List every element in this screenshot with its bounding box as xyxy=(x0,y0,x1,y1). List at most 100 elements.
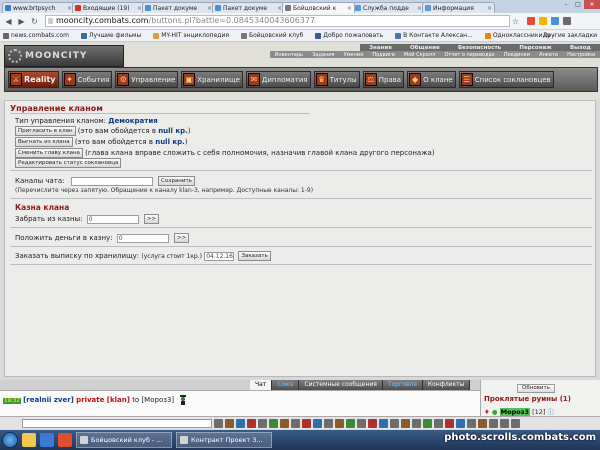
chat-tool-icon[interactable] xyxy=(445,418,454,428)
bookmark-item[interactable]: Бойцовский клуб xyxy=(240,32,303,39)
chat-tool-icon[interactable] xyxy=(324,418,333,428)
taskbar-window-button[interactable]: Бойцовский клуб - ... xyxy=(76,432,172,448)
explorer-icon[interactable] xyxy=(22,433,36,447)
chat-tool-icon[interactable] xyxy=(390,418,399,428)
nav-button[interactable]: ♛ Титулы xyxy=(313,71,360,88)
edit-status-button[interactable]: Редактировать статус соклановца xyxy=(15,158,122,168)
nav-button[interactable]: ⚙ Управление xyxy=(115,71,179,88)
report-date-input[interactable]: 04.12.16 xyxy=(204,251,235,261)
chat-tool-icon[interactable] xyxy=(280,418,289,428)
chat-tool-icon[interactable] xyxy=(357,418,366,428)
sub-menu-item[interactable]: Анкета xyxy=(539,52,558,58)
chat-tool-icon[interactable] xyxy=(500,418,509,428)
sub-menu-item[interactable]: Настройки xyxy=(567,52,595,58)
browser-icon[interactable] xyxy=(40,433,54,447)
chat-tool-icon[interactable] xyxy=(225,418,234,428)
extension-icon[interactable] xyxy=(527,17,535,25)
browser-tab[interactable]: Бойцовский к × xyxy=(282,2,355,13)
chat-tool-icon[interactable] xyxy=(269,418,278,428)
nav-button[interactable]: ⚖ Права xyxy=(362,71,405,88)
sub-menu-item[interactable]: Инвентарь xyxy=(275,52,303,58)
info-icon[interactable]: ⓘ xyxy=(548,408,555,416)
chat-tool-icon[interactable] xyxy=(368,418,377,428)
withdraw-amount-input[interactable]: 0 xyxy=(86,214,139,224)
top-menu-item[interactable]: Персонаж xyxy=(519,45,551,51)
chat-tool-icon[interactable] xyxy=(412,418,421,428)
bookmark-item[interactable]: Добро пожаловать xyxy=(315,32,383,39)
chat-tool-icon[interactable] xyxy=(302,418,311,428)
chat-tool-icon[interactable] xyxy=(346,418,355,428)
sub-menu-item[interactable]: Поединки xyxy=(504,52,530,58)
browser-tab[interactable]: Пакет докуме × xyxy=(212,2,285,13)
media-icon[interactable] xyxy=(58,433,72,447)
refresh-button[interactable]: Обновить xyxy=(517,384,555,393)
kick-button[interactable]: Выгнать из клана xyxy=(15,137,73,147)
chat-tool-icon[interactable] xyxy=(335,418,344,428)
chat-tool-icon[interactable] xyxy=(489,418,498,428)
browser-tab[interactable]: Служба подде × xyxy=(352,2,425,13)
online-user-nick[interactable]: Мороз3 xyxy=(499,408,531,416)
minimize-icon[interactable]: – xyxy=(560,0,572,9)
browser-tab[interactable]: Информация × xyxy=(422,2,495,13)
sub-menu-item[interactable]: Подвиги xyxy=(372,52,394,58)
nav-button[interactable]: ◆ О клане xyxy=(407,71,456,88)
chat-tab[interactable]: Конфликты xyxy=(422,380,471,390)
deposit-submit-button[interactable]: >> xyxy=(174,233,190,243)
withdraw-submit-button[interactable]: >> xyxy=(143,214,160,224)
message-sender[interactable]: [realnii zver] xyxy=(23,396,74,404)
chat-tool-icon[interactable] xyxy=(478,418,487,428)
close-tab-icon[interactable]: × xyxy=(347,5,352,12)
message-recipient[interactable]: [Мороз3] xyxy=(141,396,174,404)
nav-button[interactable]: ▣ Хранилище xyxy=(181,71,243,88)
close-icon[interactable]: ✕ xyxy=(584,0,600,9)
top-menu-item[interactable]: Выход xyxy=(570,45,591,51)
url-input[interactable]: mooncity.combats.com/buttons.pl?battle=0… xyxy=(45,15,510,27)
sub-menu-item[interactable]: Мой Скролл xyxy=(404,52,435,58)
star-icon[interactable]: ☆ xyxy=(510,16,521,27)
forward-icon[interactable]: ▶ xyxy=(16,16,27,27)
back-icon[interactable]: ◀ xyxy=(3,16,14,27)
start-button[interactable] xyxy=(2,432,18,448)
menu-icon[interactable] xyxy=(563,17,571,25)
other-bookmarks[interactable]: Другие закладки xyxy=(543,32,597,39)
extension-icon[interactable] xyxy=(539,17,547,25)
nav-button[interactable]: ✦ События xyxy=(61,71,113,88)
chat-tab[interactable]: Системные сообщения xyxy=(299,380,383,390)
top-menu-item[interactable]: Безопасность xyxy=(458,45,501,51)
change-head-button[interactable]: Сменить главу клана xyxy=(15,148,83,158)
chat-tool-icon[interactable] xyxy=(434,418,443,428)
nav-button[interactable]: ⚔ Reality xyxy=(8,71,59,88)
chat-tool-icon[interactable] xyxy=(401,418,410,428)
chat-tool-icon[interactable] xyxy=(236,418,245,428)
browser-tab[interactable]: Входящие (19) × xyxy=(72,2,145,13)
bookmark-item[interactable]: В Контакте Алексан... xyxy=(395,32,473,39)
nav-button[interactable]: ✉ Дипломатия xyxy=(245,71,311,88)
sub-menu-item[interactable]: Умения xyxy=(344,52,363,58)
maximize-icon[interactable]: □ xyxy=(572,0,584,9)
top-menu-item[interactable]: Знания xyxy=(369,45,392,51)
order-report-button[interactable]: Заказать xyxy=(238,251,271,261)
chat-tool-icon[interactable] xyxy=(313,418,322,428)
bookmark-item[interactable]: MY-HIT энциклопедия xyxy=(153,32,229,39)
chat-tab[interactable]: Чат xyxy=(250,380,273,390)
chat-tool-icon[interactable] xyxy=(214,418,223,428)
chat-channels-input[interactable] xyxy=(70,176,153,186)
chat-tab[interactable]: Торговля xyxy=(382,380,423,390)
chat-tool-icon[interactable] xyxy=(379,418,388,428)
bookmark-item[interactable]: news.combats.com xyxy=(3,32,69,39)
top-menu-item[interactable]: Общение xyxy=(410,45,440,51)
save-button[interactable]: Сохранить xyxy=(157,176,195,186)
invite-button[interactable]: Пригласить в клан xyxy=(15,126,76,136)
chat-tool-icon[interactable] xyxy=(258,418,267,428)
chat-tool-icon[interactable] xyxy=(291,418,300,428)
chat-tool-icon[interactable] xyxy=(456,418,465,428)
bookmark-item[interactable]: Лучшие фильмы xyxy=(80,32,141,39)
browser-tab[interactable]: www.brtpsych × xyxy=(2,2,75,13)
chat-tab[interactable]: Союз xyxy=(272,380,300,390)
chat-tool-icon[interactable] xyxy=(247,418,256,428)
chat-tool-icon[interactable] xyxy=(511,418,520,428)
chat-tool-icon[interactable] xyxy=(467,418,476,428)
chat-message-input[interactable] xyxy=(22,418,212,428)
chat-tool-icon[interactable] xyxy=(423,418,432,428)
extension-icon[interactable] xyxy=(551,17,559,25)
